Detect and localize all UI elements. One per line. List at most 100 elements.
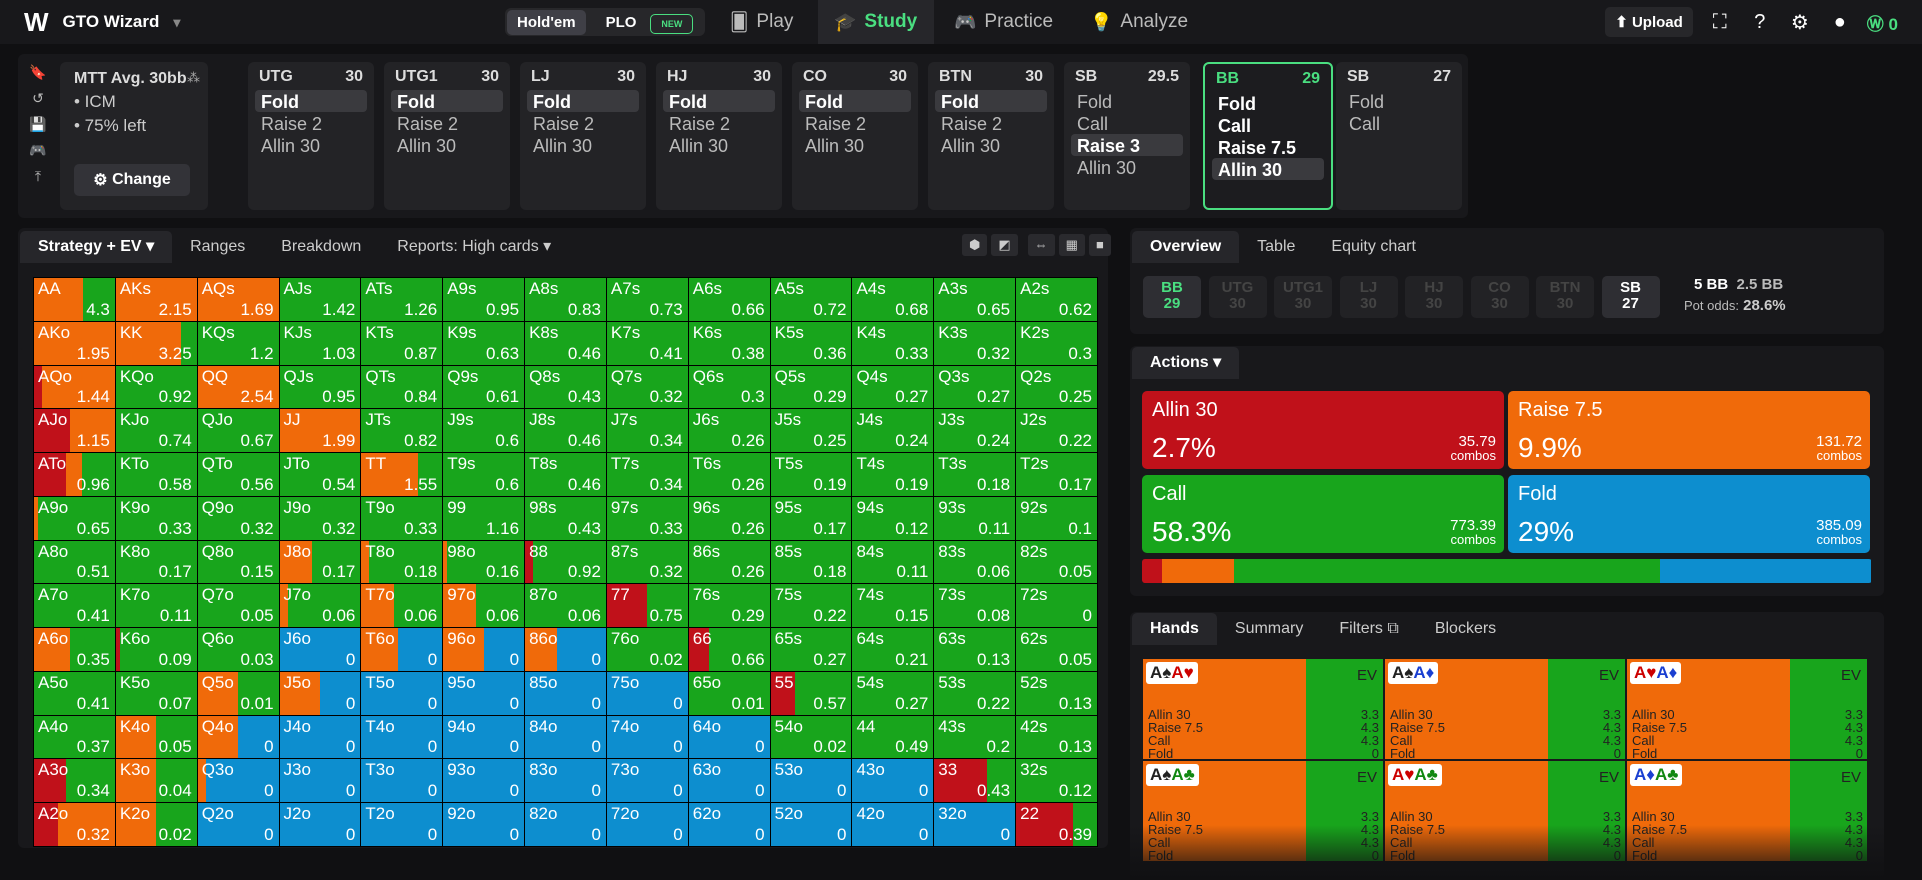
seat-action[interactable]: Call — [1343, 112, 1455, 134]
hand-cell[interactable]: 94s 0.12 — [852, 496, 934, 540]
hand-cell[interactable]: 98s 0.43 — [525, 496, 606, 540]
hand-cell[interactable]: 65s 0.27 — [770, 628, 852, 671]
plo-toggle[interactable]: PLO NEW — [586, 10, 704, 35]
hand-cell[interactable]: 64s 0.21 — [852, 628, 934, 671]
hand-cell[interactable]: K2s 0.3 — [1016, 321, 1097, 365]
seat-action[interactable]: Allin 30 — [255, 134, 367, 156]
hand-cell[interactable]: K4o 0.05 — [115, 715, 197, 759]
hand-cell[interactable]: Q4s 0.27 — [852, 365, 934, 409]
holdem-toggle[interactable]: Hold'em — [507, 9, 586, 35]
tab-hands[interactable]: Hands — [1132, 613, 1217, 645]
hand-cell[interactable]: AKo 1.95 — [34, 321, 115, 365]
hand-cell[interactable]: 94o 0 — [443, 715, 525, 759]
seat-action[interactable]: Raise 2 — [527, 112, 639, 134]
hand-cell[interactable]: 98o 0.16 — [443, 540, 525, 584]
hand-cell[interactable]: 86s 0.26 — [688, 540, 770, 584]
seat-action[interactable]: Allin 30 — [935, 134, 1047, 156]
hand-cell[interactable]: A2s 0.62 — [1016, 278, 1097, 321]
hand-cell[interactable]: 63s 0.13 — [934, 628, 1016, 671]
hand-combo[interactable]: A♠A♦ EV Allin 30 3.3 Raise 7.5 4.3 Call 4.3 Fold… — [1385, 659, 1625, 759]
position-hj[interactable]: HJ 30 — [1405, 276, 1463, 318]
hand-cell[interactable]: K5s 0.36 — [770, 321, 852, 365]
seat-action[interactable]: Raise 2 — [935, 112, 1047, 134]
hand-cell[interactable]: 72s 0 — [1016, 584, 1097, 628]
hand-cell[interactable]: Q6o 0.03 — [197, 628, 279, 671]
hand-cell[interactable]: T5o 0 — [361, 671, 443, 715]
hand-cell[interactable]: J7o 0.06 — [279, 584, 361, 628]
seat-action[interactable]: Fold — [391, 90, 503, 112]
hand-cell[interactable]: Q7s 0.32 — [606, 365, 688, 409]
hand-cell[interactable]: A5s 0.72 — [770, 278, 852, 321]
hand-cell[interactable]: 87s 0.32 — [606, 540, 688, 584]
hand-cell[interactable]: 87o 0.06 — [525, 584, 606, 628]
seat-action[interactable]: Allin 30 — [1212, 158, 1324, 180]
hand-cell[interactable]: T8o 0.18 — [361, 540, 443, 584]
hand-cell[interactable]: K7s 0.41 — [606, 321, 688, 365]
tab-overview[interactable]: Overview — [1132, 231, 1240, 263]
hand-cell[interactable]: Q2o 0 — [197, 803, 279, 846]
hand-cell[interactable]: 43o 0 — [852, 759, 934, 803]
seat-sb[interactable]: SB 27 Fold Call — [1336, 62, 1462, 210]
hand-cell[interactable]: J3s 0.24 — [934, 409, 1016, 453]
align-icon[interactable]: ⤒ — [26, 168, 50, 185]
hand-cell[interactable]: Q7o 0.05 — [197, 584, 279, 628]
hand-cell[interactable]: K3s 0.32 — [934, 321, 1016, 365]
hand-cell[interactable]: 97s 0.33 — [606, 496, 688, 540]
hand-cell[interactable]: 53o 0 — [770, 759, 852, 803]
hand-cell[interactable]: 93o 0 — [443, 759, 525, 803]
hand-cell[interactable]: QTo 0.56 — [197, 453, 279, 496]
seat-lj[interactable]: LJ 30 Fold Raise 2 Allin 30 — [520, 62, 646, 210]
hand-cell[interactable]: J5o 0 — [279, 671, 361, 715]
seat-hj[interactable]: HJ 30 Fold Raise 2 Allin 30 — [656, 62, 782, 210]
hand-cell[interactable]: K3o 0.04 — [115, 759, 197, 803]
hand-cell[interactable]: 96s 0.26 — [688, 496, 770, 540]
hand-combo[interactable]: A♠A♥ EV Allin 30 3.3 Raise 7.5 4.3 Call 4.3 Fold… — [1143, 659, 1383, 759]
hand-cell[interactable]: 82o 0 — [525, 803, 606, 846]
hand-cell[interactable]: QJs 0.95 — [279, 365, 361, 409]
hand-cell[interactable]: 97o 0.06 — [443, 584, 525, 628]
hand-cell[interactable]: J7s 0.34 — [606, 409, 688, 453]
hand-cell[interactable]: Q3o 0 — [197, 759, 279, 803]
hand-cell[interactable]: ATo 0.96 — [34, 453, 115, 496]
hand-cell[interactable]: 82s 0.05 — [1016, 540, 1097, 584]
hand-cell[interactable]: K9s 0.63 — [443, 321, 525, 365]
save-icon[interactable]: 💾 — [26, 116, 50, 133]
hand-cell[interactable]: 62s 0.05 — [1016, 628, 1097, 671]
hand-cell[interactable]: 99 1.16 — [443, 496, 525, 540]
hand-cell[interactable]: A5o 0.41 — [34, 671, 115, 715]
hand-cell[interactable]: 65o 0.01 — [688, 671, 770, 715]
hand-cell[interactable]: Q6s 0.3 — [688, 365, 770, 409]
nav-practice[interactable]: 🎮 Practice — [954, 0, 1053, 44]
hand-cell[interactable]: Q3s 0.27 — [934, 365, 1016, 409]
hand-cell[interactable]: 62o 0 — [688, 803, 770, 846]
hand-cell[interactable]: 32o 0 — [934, 803, 1016, 846]
change-button[interactable]: ⚙ Change — [74, 164, 190, 196]
tab-strategy-ev[interactable]: Strategy + EV ▾ — [20, 231, 173, 263]
seat-co[interactable]: CO 30 Fold Raise 2 Allin 30 — [792, 62, 918, 210]
account-icon[interactable]: ● — [1827, 11, 1853, 34]
hand-cell[interactable]: 95s 0.17 — [770, 496, 852, 540]
hand-cell[interactable]: 83s 0.06 — [934, 540, 1016, 584]
hand-cell[interactable]: T7o 0.06 — [361, 584, 443, 628]
hand-cell[interactable]: 72o 0 — [606, 803, 688, 846]
nav-study[interactable]: 🎓 Study — [818, 0, 934, 44]
hand-cell[interactable]: 66 0.66 — [688, 628, 770, 671]
hand-cell[interactable]: K6o 0.09 — [115, 628, 197, 671]
hand-cell[interactable]: T6o 0 — [361, 628, 443, 671]
hand-cell[interactable]: Q9s 0.61 — [443, 365, 525, 409]
hand-cell[interactable]: AQo 1.44 — [34, 365, 115, 409]
hand-cell[interactable]: 93s 0.11 — [934, 496, 1016, 540]
hand-cell[interactable]: A7o 0.41 — [34, 584, 115, 628]
hand-cell[interactable]: 33 0.43 — [934, 759, 1016, 803]
gamepad-icon[interactable]: 🎮 — [26, 142, 50, 159]
hand-cell[interactable]: T3o 0 — [361, 759, 443, 803]
hand-cell[interactable]: A3o 0.34 — [34, 759, 115, 803]
seat-action[interactable]: Allin 30 — [391, 134, 503, 156]
position-btn[interactable]: BTN 30 — [1536, 276, 1594, 318]
grid-icon[interactable]: ▦ — [1058, 234, 1085, 256]
hand-cell[interactable]: T7s 0.34 — [606, 453, 688, 496]
hand-cell[interactable]: J4o 0 — [279, 715, 361, 759]
hand-cell[interactable]: T6s 0.26 — [688, 453, 770, 496]
hand-cell[interactable]: K5o 0.07 — [115, 671, 197, 715]
hand-cell[interactable]: A8s 0.83 — [525, 278, 606, 321]
